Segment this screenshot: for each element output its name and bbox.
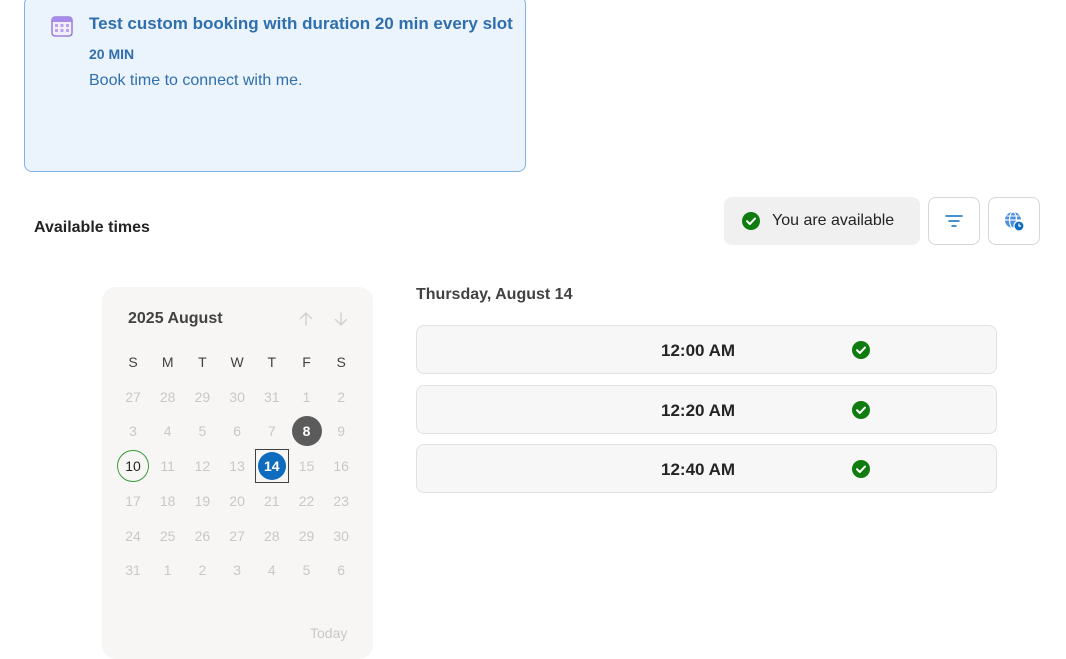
previous-month-icon[interactable] — [296, 309, 316, 329]
available-times-heading: Available times — [34, 219, 150, 236]
calendar-day: 6 — [233, 423, 241, 440]
weekday-header: T — [267, 354, 277, 370]
time-slot-label: 12:20 AM — [661, 400, 736, 420]
weekday-header: T — [198, 354, 207, 370]
time-slot[interactable]: 12:40 AM — [416, 444, 997, 493]
availability-status[interactable]: You are available — [724, 197, 920, 245]
calendar-day: 23 — [333, 492, 349, 509]
globe-clock-icon — [1005, 211, 1025, 232]
calendar-month-label: 2025 August — [128, 310, 223, 327]
calendar-day-outside: 6 — [337, 562, 346, 579]
availability-label: You are available — [772, 212, 895, 229]
calendar-day: 26 — [194, 527, 211, 544]
calendar-day-today: 10 — [117, 450, 149, 483]
calendar-day: 22 — [298, 492, 315, 509]
calendar-day: 25 — [159, 527, 176, 544]
go-to-today-link[interactable]: Today — [310, 625, 347, 641]
weekday-header: S — [336, 354, 346, 370]
calendar-day: 21 — [264, 492, 280, 509]
calendar-day-outside: 31 — [264, 388, 280, 405]
calendar-day-outside: 27 — [125, 388, 141, 405]
calendar-day-outside: 3 — [233, 562, 241, 579]
booking-duration: 20 MIN — [89, 46, 135, 62]
calendar-icon — [51, 16, 73, 37]
weekday-header: M — [161, 354, 174, 370]
date-picker: 2025 August S M T W T F S 27 28 29 30 31 1 2 3 4 5 6 7 8 9 10… — [102, 287, 373, 659]
calendar-day: 20 — [229, 492, 245, 509]
calendar-day: 18 — [159, 492, 176, 509]
calendar-day: 12 — [194, 458, 211, 475]
calendar-day-outside: 28 — [159, 388, 176, 405]
calendar-day: 11 — [160, 458, 175, 475]
weekday-header: F — [302, 354, 311, 370]
calendar-day-outside: 2 — [198, 562, 207, 579]
filter-icon — [945, 215, 963, 227]
calendar-day-outside: 29 — [194, 388, 211, 405]
timezone-button[interactable] — [988, 197, 1040, 245]
calendar-day: 3 — [129, 423, 137, 440]
time-slot-label: 12:40 AM — [661, 460, 736, 479]
calendar-day: 13 — [229, 458, 245, 475]
calendar-day: 16 — [333, 458, 349, 475]
calendar-day: 28 — [264, 527, 280, 544]
booking-description: Book time to connect with me. — [89, 72, 303, 89]
calendar-day: 31 — [125, 562, 141, 579]
calendar-day: 19 — [194, 492, 211, 509]
time-slot[interactable]: 12:00 AM — [416, 325, 997, 374]
calendar-day: 4 — [163, 423, 172, 440]
check-circle-icon — [852, 400, 870, 419]
selected-date-heading: Thursday, August 14 — [416, 286, 573, 303]
calendar-day: 5 — [198, 423, 207, 440]
calendar-day: 15 — [298, 458, 315, 475]
calendar-day: 7 — [267, 423, 276, 440]
calendar-day: 24 — [125, 527, 141, 544]
selected-day-number: 14 — [257, 452, 286, 481]
calendar-day: 30 — [333, 527, 349, 544]
calendar-day: 2 — [337, 388, 346, 405]
time-slot-label: 12:00 AM — [661, 341, 736, 360]
calendar-day-available[interactable]: 8 — [291, 416, 322, 447]
check-circle-icon — [852, 341, 870, 359]
calendar-day-outside: 30 — [229, 388, 245, 405]
calendar-day-outside: 1 — [163, 562, 172, 579]
next-month-icon[interactable] — [331, 309, 351, 329]
calendar-day: 29 — [298, 527, 315, 544]
calendar-day-outside: 5 — [302, 562, 311, 579]
calendar-day: 9 — [337, 423, 346, 440]
booking-title: Test custom booking with duration 20 min… — [89, 14, 513, 33]
booking-card[interactable]: Test custom booking with duration 20 min… — [24, 0, 526, 172]
calendar-day: 27 — [229, 527, 245, 544]
weekday-header: S — [128, 354, 138, 370]
weekday-header: W — [230, 354, 244, 370]
check-circle-icon — [852, 460, 870, 478]
filter-button[interactable] — [928, 197, 980, 245]
time-slot[interactable]: 12:20 AM — [416, 384, 997, 434]
calendar-day-outside: 4 — [267, 562, 276, 579]
calendar-day: 17 — [125, 492, 141, 509]
calendar-day: 1 — [302, 388, 311, 405]
check-circle-icon — [742, 212, 760, 230]
calendar-day-selected[interactable]: 14 — [254, 449, 289, 484]
